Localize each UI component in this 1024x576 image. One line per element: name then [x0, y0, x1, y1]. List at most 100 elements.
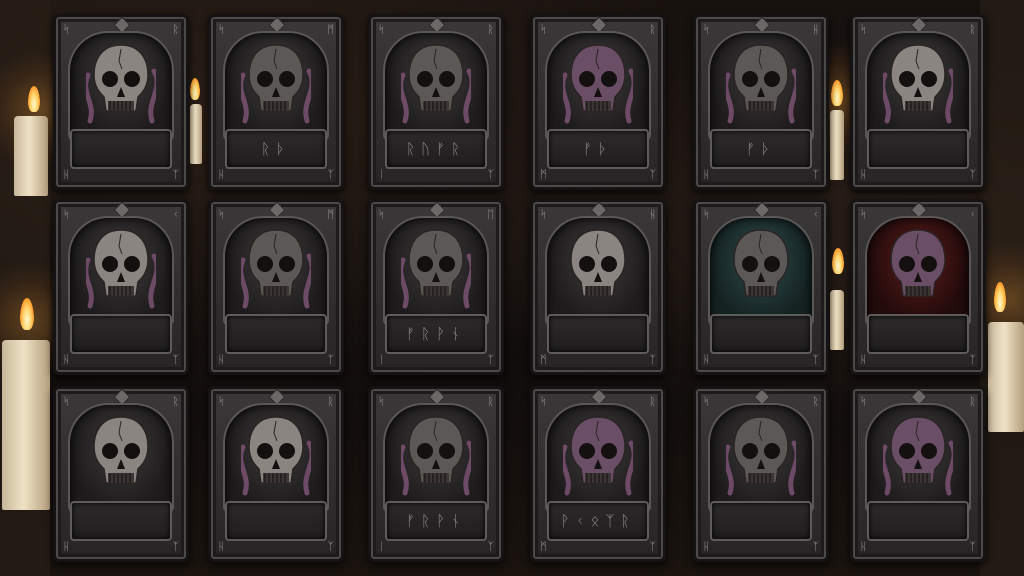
corner-rune: ᚱ	[327, 395, 334, 408]
corner-rune: ᛉ	[172, 540, 179, 553]
card-slot[interactable]: ᚠᚱᚹᚾ ᛋ ᛖ ᛁ ᛉ	[368, 199, 504, 375]
corner-rune: ᚺ	[860, 353, 867, 366]
card-slot[interactable]: ᚠᚦ ᛋ ᚱ ᛗ ᛉ	[530, 14, 666, 190]
corner-rune: ᛋ	[860, 23, 867, 36]
skull-tentacles-icon	[401, 416, 471, 496]
card-portrait	[383, 31, 489, 141]
corner-rune: ᛋ	[540, 23, 547, 36]
card-rune-plate	[867, 129, 969, 169]
corner-rune: ᚺ	[860, 168, 867, 181]
corner-rune: ᚱ	[649, 23, 656, 36]
card-portrait	[223, 216, 329, 326]
skull-icon	[890, 229, 946, 297]
skull-icon	[570, 229, 626, 297]
corner-rune: ᛋ	[63, 208, 70, 221]
corner-rune: ᚱ	[969, 395, 976, 408]
card-rune-plate	[710, 501, 812, 541]
card-slot[interactable]: ᚱᚦ ᛋ ᛗ ᚺ ᛉ	[208, 14, 344, 190]
corner-rune: ᛋ	[378, 395, 385, 408]
corner-rune: ᚱ	[812, 395, 819, 408]
corner-rune: ᚱ	[487, 395, 494, 408]
card-slot[interactable]: ᚹᚲᛟᛉᚱ ᛋ ᚱ ᛗ ᛉ	[530, 386, 666, 562]
skull-tentacles-icon	[726, 416, 796, 496]
skull-icon	[93, 416, 149, 484]
card-slot[interactable]: ᛋ ᛗ ᚺ ᛉ	[208, 199, 344, 375]
corner-rune: ᛉ	[487, 168, 494, 181]
skull-tentacles-icon	[241, 44, 311, 124]
card-rune-plate	[867, 314, 969, 354]
corner-rune: ᚲ	[969, 208, 976, 221]
corner-rune: ᛉ	[649, 353, 656, 366]
card-portrait	[865, 403, 971, 513]
corner-rune: ᚺ	[63, 168, 70, 181]
card-slot[interactable]: ᚠᚱᚹᚾ ᛋ ᚱ ᛁ ᛉ	[368, 386, 504, 562]
card-rune-plate: ᚠᚦ	[710, 129, 812, 169]
corner-rune: ᛉ	[649, 540, 656, 553]
card-portrait	[223, 403, 329, 513]
corner-rune: ᚺ	[218, 540, 225, 553]
corner-rune: ᚺ	[649, 208, 656, 221]
card-rune-plate	[70, 129, 172, 169]
card-rune-plate: ᚱᚢᚠᚱ	[385, 129, 487, 169]
card-portrait	[708, 31, 814, 141]
card-slot[interactable]: ᛋ ᚱ ᚺ ᛉ	[53, 386, 189, 562]
card-rune-plate	[547, 314, 649, 354]
skull-tentacles-icon	[86, 229, 156, 309]
corner-rune: ᛋ	[703, 23, 710, 36]
corner-rune: ᚲ	[172, 208, 179, 221]
corner-rune: ᚱ	[487, 23, 494, 36]
card-slot[interactable]: ᛋ ᚺ ᛗ ᛉ	[530, 199, 666, 375]
corner-rune: ᛋ	[378, 23, 385, 36]
corner-rune: ᛋ	[218, 23, 225, 36]
skull-tentacles-icon	[241, 229, 311, 309]
skull-tentacles-icon	[883, 44, 953, 124]
card-rune-plate	[710, 314, 812, 354]
corner-rune: ᚺ	[218, 353, 225, 366]
card-rune-plate: ᚠᚱᚹᚾ	[385, 314, 487, 354]
corner-rune: ᛉ	[327, 540, 334, 553]
corner-rune: ᛉ	[487, 540, 494, 553]
card-portrait	[708, 403, 814, 513]
card-slot[interactable]: ᛋ ᚱ ᚺ ᛉ	[53, 14, 189, 190]
corner-rune: ᛋ	[703, 395, 710, 408]
corner-rune: ᛋ	[378, 208, 385, 221]
card-rune-plate	[70, 314, 172, 354]
corner-rune: ᚺ	[703, 353, 710, 366]
card-slot[interactable]: ᛋ ᚲ ᚺ ᛉ	[693, 199, 829, 375]
card-rune-plate	[867, 501, 969, 541]
corner-rune: ᚱ	[172, 395, 179, 408]
card-portrait	[383, 216, 489, 326]
corner-rune: ᛉ	[969, 353, 976, 366]
card-slot[interactable]: ᛋ ᚱ ᚺ ᛉ	[850, 386, 986, 562]
corner-rune: ᚲ	[812, 208, 819, 221]
corner-rune: ᚺ	[218, 168, 225, 181]
corner-rune: ᛗ	[540, 168, 547, 181]
card-slot[interactable]: ᚱᚢᚠᚱ ᛋ ᚱ ᛁ ᛉ	[368, 14, 504, 190]
card-portrait	[865, 216, 971, 326]
card-rune-plate	[225, 314, 327, 354]
corner-rune: ᚺ	[63, 353, 70, 366]
corner-rune: ᛋ	[860, 208, 867, 221]
skull-tentacles-icon	[563, 44, 633, 124]
skull-tentacles-icon	[883, 416, 953, 496]
skull-tentacles-icon	[726, 44, 796, 124]
corner-rune: ᛋ	[860, 395, 867, 408]
corner-rune: ᛋ	[63, 395, 70, 408]
card-slot[interactable]: ᛋ ᚱ ᚺ ᛉ	[850, 14, 986, 190]
skull-tentacles-icon	[563, 416, 633, 496]
card-rune-plate: ᚹᚲᛟᛉᚱ	[547, 501, 649, 541]
card-slot[interactable]: ᛋ ᚲ ᚺ ᛉ	[850, 199, 986, 375]
corner-rune: ᚺ	[860, 540, 867, 553]
corner-rune: ᛁ	[378, 540, 385, 553]
card-rune-plate	[225, 501, 327, 541]
corner-rune: ᛖ	[487, 208, 494, 221]
card-slot[interactable]: ᛋ ᚱ ᚺ ᛉ	[693, 386, 829, 562]
card-slot[interactable]: ᚠᚦ ᛋ ᚺ ᚺ ᛉ	[693, 14, 829, 190]
corner-rune: ᛉ	[812, 168, 819, 181]
card-slot[interactable]: ᛋ ᚲ ᚺ ᛉ	[53, 199, 189, 375]
corner-rune: ᛉ	[327, 353, 334, 366]
card-slot[interactable]: ᛋ ᚱ ᚺ ᛉ	[208, 386, 344, 562]
corner-rune: ᛉ	[172, 168, 179, 181]
card-rune-plate: ᚠᚦ	[547, 129, 649, 169]
card-portrait	[68, 216, 174, 326]
